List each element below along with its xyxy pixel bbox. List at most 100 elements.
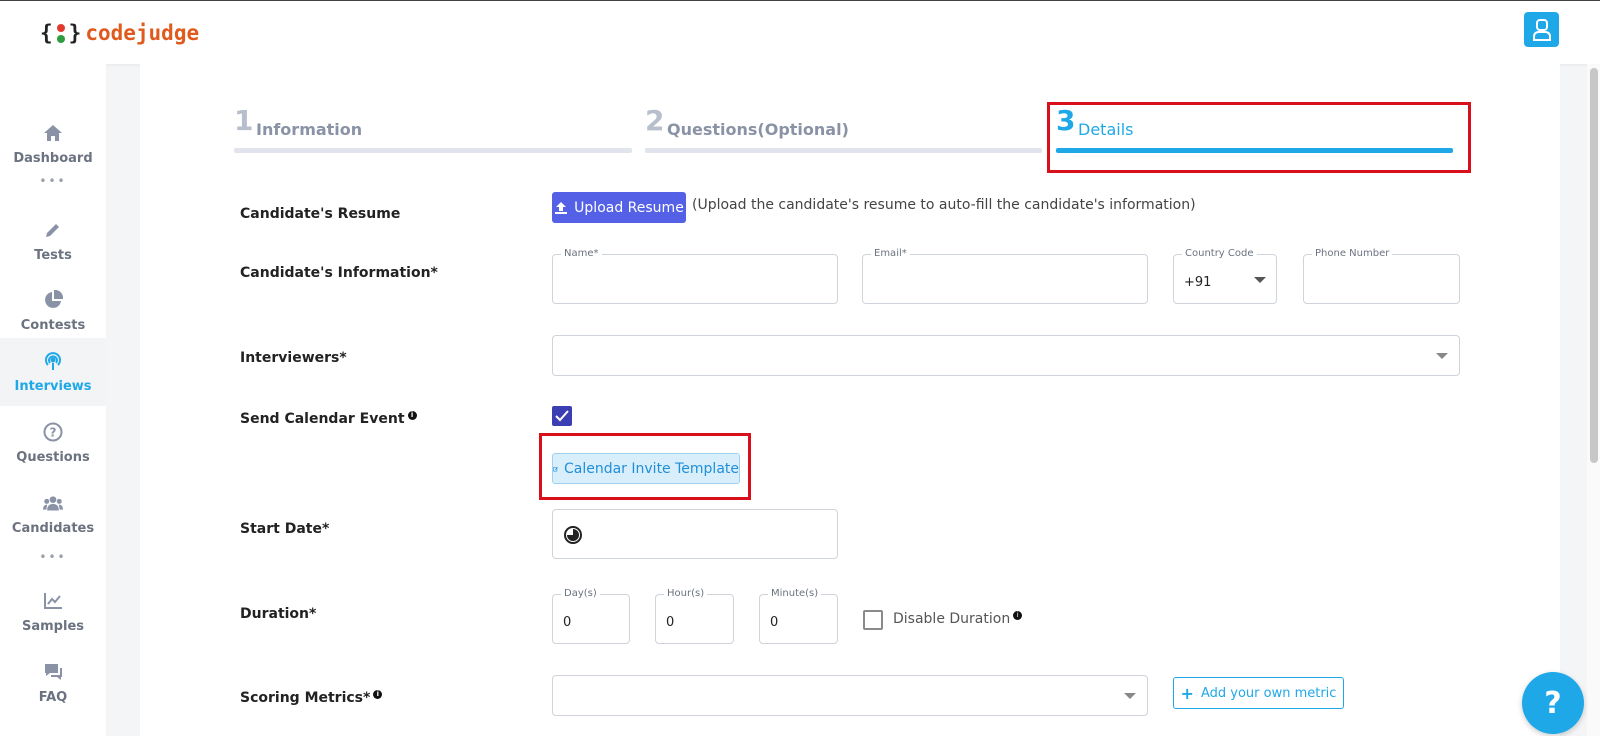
phone-number-label: Phone Number xyxy=(1312,248,1393,259)
top-bar: { } codejudge xyxy=(0,0,1600,64)
clock-icon[interactable] xyxy=(563,525,583,545)
sidebar-item-faq[interactable]: FAQ xyxy=(0,649,106,717)
candidate-info-label: Candidate's Information* xyxy=(240,265,438,281)
country-code-value: +91 xyxy=(1184,275,1212,290)
sidebar-item-label: Contests xyxy=(20,317,86,333)
logo-right-brace: } xyxy=(68,21,82,45)
codejudge-logo[interactable]: { } codejudge xyxy=(40,21,199,45)
step-information[interactable]: 1 Information xyxy=(234,104,632,156)
step-number: 2 xyxy=(645,104,665,137)
help-icon: ? xyxy=(1544,685,1562,721)
duration-days-value: 0 xyxy=(563,615,572,630)
email-field-label: Email* xyxy=(871,248,910,259)
send-calendar-checkbox[interactable] xyxy=(552,406,572,426)
calendar-event-label-text: Send Calendar Event xyxy=(240,411,405,427)
checkmark-icon xyxy=(555,410,569,422)
disable-duration-checkbox[interactable] xyxy=(863,610,883,630)
country-code-select[interactable]: Country Code +91 xyxy=(1173,248,1277,304)
step-progress-bar xyxy=(645,148,1042,153)
resume-label: Candidate's Resume xyxy=(240,206,401,222)
users-icon xyxy=(43,493,63,513)
logo-text: codejudge xyxy=(85,21,200,45)
sidebar-separator: ••• xyxy=(39,550,67,564)
sidebar-item-samples[interactable]: Samples xyxy=(0,578,106,646)
sidebar-item-label: Dashboard xyxy=(13,150,93,166)
sidebar-item-label: Interviews xyxy=(14,378,92,394)
duration-hours-field[interactable]: Hour(s) 0 xyxy=(655,588,734,644)
name-field[interactable]: Name* xyxy=(552,248,838,304)
sidebar-item-label: Tests xyxy=(34,247,72,263)
duration-label: Duration* xyxy=(240,606,317,622)
sidebar-item-dashboard[interactable]: Dashboard xyxy=(0,110,106,178)
chevron-down-icon xyxy=(1436,353,1448,359)
add-metric-button[interactable]: + Add your own metric xyxy=(1173,677,1344,709)
line-chart-icon xyxy=(43,591,63,611)
logo-green-dot xyxy=(56,34,65,43)
plus-icon: + xyxy=(1180,683,1194,703)
sidebar-item-interviews[interactable]: Interviews xyxy=(0,338,106,406)
highlight-box-calendar-template xyxy=(539,433,751,500)
question-circle-icon: ? xyxy=(43,422,63,442)
logo-red-dot xyxy=(56,23,65,32)
sidebar-item-label: FAQ xyxy=(38,689,68,705)
add-metric-label: Add your own metric xyxy=(1200,685,1337,701)
interviewers-select[interactable] xyxy=(552,335,1460,376)
highlight-box-details-step xyxy=(1047,102,1471,173)
duration-hours-value: 0 xyxy=(666,615,675,630)
disable-duration-label-text: Disable Duration xyxy=(893,611,1011,627)
info-icon[interactable]: i xyxy=(373,690,383,700)
chat-icon xyxy=(43,662,63,682)
step-progress-bar xyxy=(234,148,632,153)
calendar-event-label: Send Calendar Event i xyxy=(240,411,417,427)
pie-chart-icon xyxy=(43,289,63,310)
name-field-label: Name* xyxy=(561,248,602,259)
chevron-down-icon xyxy=(1124,693,1136,699)
duration-minutes-field[interactable]: Minute(s) 0 xyxy=(759,588,838,644)
sidebar-item-tests[interactable]: Tests xyxy=(0,207,106,275)
sidebar-separator: ••• xyxy=(39,174,67,188)
svg-text:?: ? xyxy=(50,425,57,439)
step-label: Information xyxy=(256,120,363,139)
sidebar-item-contests[interactable]: Contests xyxy=(0,277,106,345)
upload-resume-hint: (Upload the candidate's resume to auto-f… xyxy=(692,197,1196,213)
duration-days-field[interactable]: Day(s) 0 xyxy=(552,588,630,644)
start-date-field[interactable] xyxy=(552,509,838,559)
broadcast-icon xyxy=(43,351,63,371)
sidebar-item-candidates[interactable]: Candidates xyxy=(0,480,106,548)
interviewers-label: Interviewers* xyxy=(240,350,347,366)
step-questions[interactable]: 2 Questions(Optional) xyxy=(645,104,1043,156)
sidebar-item-questions[interactable]: ? Questions xyxy=(0,409,106,477)
scrollbar-thumb[interactable] xyxy=(1590,68,1598,463)
upload-icon xyxy=(555,201,568,214)
pencil-icon xyxy=(43,220,63,240)
upload-resume-button[interactable]: Upload Resume xyxy=(552,192,686,223)
logo-dots xyxy=(56,23,65,43)
disable-duration-label: Disable Duration i xyxy=(893,611,1023,627)
sidebar-item-label: Questions xyxy=(16,449,90,465)
start-date-label: Start Date* xyxy=(240,521,330,537)
chevron-down-icon xyxy=(1254,277,1266,283)
scoring-metrics-select[interactable] xyxy=(552,675,1148,716)
step-label: Questions(Optional) xyxy=(667,120,849,139)
country-code-label: Country Code xyxy=(1182,248,1257,259)
info-icon[interactable]: i xyxy=(407,411,417,421)
step-number: 1 xyxy=(234,104,254,137)
email-field[interactable]: Email* xyxy=(862,248,1148,304)
duration-minutes-label: Minute(s) xyxy=(768,588,822,599)
scoring-metrics-label-text: Scoring Metrics* xyxy=(240,690,371,706)
upload-resume-label: Upload Resume xyxy=(574,199,684,216)
duration-minutes-value: 0 xyxy=(770,615,779,630)
duration-days-label: Day(s) xyxy=(561,588,600,599)
phone-number-field[interactable]: Phone Number xyxy=(1303,248,1460,304)
help-button[interactable]: ? xyxy=(1522,672,1584,734)
profile-button[interactable] xyxy=(1524,12,1559,47)
info-icon[interactable]: i xyxy=(1013,611,1023,621)
sidebar-item-label: Candidates xyxy=(11,520,95,536)
sidebar: Dashboard ••• Tests Contests Interviews … xyxy=(0,64,106,736)
home-icon xyxy=(43,123,63,143)
user-icon xyxy=(1532,18,1551,41)
logo-left-brace: { xyxy=(40,21,53,45)
scoring-metrics-label: Scoring Metrics* i xyxy=(240,690,383,706)
duration-hours-label: Hour(s) xyxy=(664,588,708,599)
sidebar-item-label: Samples xyxy=(22,618,84,634)
